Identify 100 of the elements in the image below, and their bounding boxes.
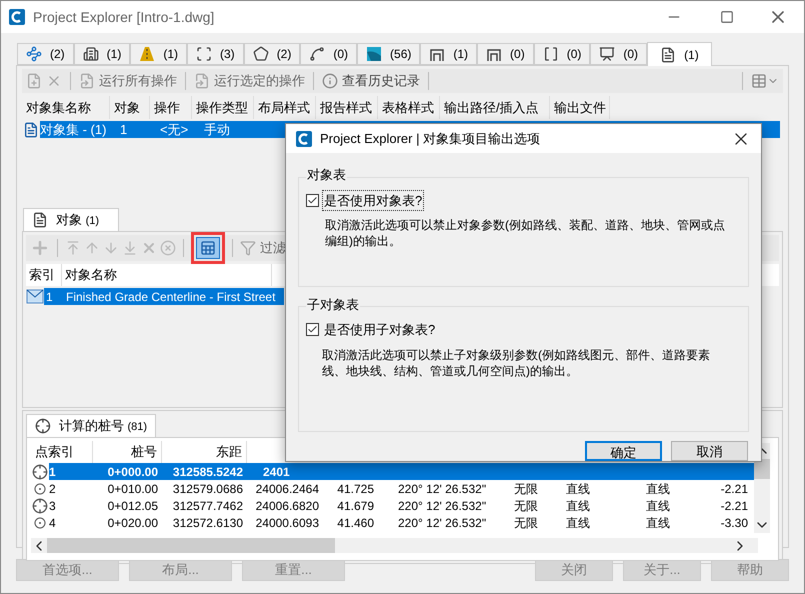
table-row[interactable]: 4 0+020.00 312572.6130 24000.6093 41.460 220° 12' 26.532" 无限 直线 直线 -3.30: [49, 514, 748, 531]
table-cell-text: 24006.2464: [254, 480, 320, 498]
column-header[interactable]: 报告样式: [316, 96, 378, 119]
table-cell-text: -2.21: [720, 498, 748, 514]
target-icon: [34, 516, 46, 528]
add-icon[interactable]: [30, 238, 50, 258]
horizontal-scrollbar[interactable]: [31, 538, 758, 553]
dialog-button[interactable]: 取消: [671, 441, 748, 461]
table-cell-text: 41.725: [336, 480, 375, 498]
envelope-icon: [26, 289, 44, 304]
category-tab[interactable]: (2): [17, 43, 74, 65]
table-cell-text: 1: [49, 464, 57, 480]
table-row[interactable]: 2 0+010.00 312579.0686 24006.2464 41.725 220° 12' 26.532" 无限 直线 直线 -2.21: [49, 480, 748, 497]
table-cell-text: 直线: [565, 514, 591, 532]
run-selected-button[interactable]: 运行选定的操作: [194, 71, 305, 91]
category-tab[interactable]: (0): [590, 43, 648, 65]
table-cell-text: 24006.6820: [254, 498, 320, 514]
maximize-icon[interactable]: [720, 10, 734, 24]
table-cell-text: 对象集 - (1): [40, 120, 108, 139]
window-title: Project Explorer [Intro-1.dwg]: [33, 8, 214, 27]
category-tab[interactable]: (1): [130, 43, 188, 65]
crosshair-icon: [32, 464, 48, 480]
table-cell-text: 无限: [513, 480, 539, 498]
clear-icon[interactable]: [160, 240, 176, 256]
option-description: 取消激活此选项可以禁止子对象级别参数(例如路线图元、部件、道路要素线、地块线、结构、管道或几何空间点)的输出。: [321, 346, 711, 378]
file-arrow-icon: [194, 73, 210, 89]
bracket-icon: [542, 46, 559, 62]
column-header[interactable]: 布局样式: [254, 96, 316, 119]
table-cell-text: 无限: [513, 514, 539, 532]
table-cell-text: 直线: [645, 514, 671, 532]
table-cell-text: 4: [49, 514, 57, 532]
checkbox[interactable]: [306, 323, 319, 336]
column-header[interactable]: 表格样式: [378, 96, 440, 119]
table-cell-text: 312579.0686: [172, 480, 244, 498]
table-cell-text: 312577.7462: [172, 498, 244, 514]
board-icon: [599, 46, 616, 62]
category-tab[interactable]: (1): [74, 43, 130, 65]
table-cell-text: 312585.5242: [172, 464, 244, 480]
table-cell-text: 312572.6130: [172, 514, 244, 532]
table-cell-text: -3.30: [720, 514, 748, 532]
category-tab[interactable]: (0): [534, 43, 590, 65]
table-cell-text: 直线: [645, 498, 671, 514]
table-cell-text: 直线: [645, 480, 671, 498]
column-header[interactable]: 对象名称: [62, 264, 272, 286]
table-icon: [200, 240, 216, 256]
column-header[interactable]: 输出文件: [550, 96, 610, 119]
table-cell-text: 0+000.00: [106, 464, 159, 480]
category-tab[interactable]: (3): [187, 43, 244, 65]
table-cell-text: Finished Grade Centerline - First Street: [65, 288, 276, 306]
info-icon: [322, 73, 338, 89]
table-cell-text: 41.679: [336, 498, 375, 514]
waypoints-icon: [26, 46, 42, 62]
objects-tab[interactable]: 对象 (1): [23, 208, 119, 231]
remove-icon[interactable]: [141, 240, 157, 256]
group-title: 子对象表: [305, 296, 361, 314]
category-tab[interactable]: (56): [357, 43, 420, 65]
stations-tab[interactable]: 计算的桩号 (81): [26, 414, 156, 437]
table-cell-text: <无>: [159, 120, 190, 139]
category-tab[interactable]: (0): [300, 43, 358, 65]
column-header[interactable]: 对象: [110, 96, 150, 119]
column-header[interactable]: 索引: [26, 264, 62, 286]
move-up-icon[interactable]: [84, 240, 100, 256]
move-top-icon[interactable]: [65, 240, 81, 256]
column-header[interactable]: 对象集名称: [22, 96, 110, 119]
dialog-button[interactable]: 确定: [585, 441, 662, 461]
building-icon: [82, 46, 99, 62]
crosshair-icon: [35, 418, 51, 434]
column-header[interactable]: 输出路径/插入点: [440, 96, 550, 119]
dialog-title: Project Explorer | 对象集项目输出选项: [320, 130, 540, 148]
category-tab[interactable]: (0): [477, 43, 534, 65]
table-cell-text: 1: [45, 288, 54, 306]
new-file-icon[interactable]: [26, 73, 42, 89]
table-row[interactable]: 3 0+012.05 312577.7462 24006.6820 41.679 220° 12' 26.532" 无限 直线 直线 -2.21: [49, 497, 748, 514]
checkbox[interactable]: [306, 194, 319, 207]
category-tab[interactable]: (1): [420, 43, 478, 65]
table-cell-text: 24000.6093: [254, 514, 320, 532]
table-row[interactable]: 1 Finished Grade Centerline - First Street: [44, 288, 284, 305]
table-cell-text: 手动: [203, 120, 231, 139]
category-tab[interactable]: (2): [244, 43, 300, 65]
option-checkbox[interactable]: 是否使用对象表?: [306, 190, 741, 211]
filter-button[interactable]: 过滤: [240, 238, 286, 258]
table-cell-text: 1: [119, 120, 128, 139]
app-logo: [9, 9, 25, 25]
column-header[interactable]: 操作类型: [192, 96, 254, 119]
scroll-thumb[interactable]: [47, 538, 335, 553]
app-logo: [296, 130, 312, 146]
option-checkbox[interactable]: 是否使用子对象表?: [306, 319, 741, 340]
scroll-thumb[interactable]: [754, 459, 770, 479]
move-down-icon[interactable]: [103, 240, 119, 256]
table-menu-icon[interactable]: [751, 73, 779, 89]
run-all-button[interactable]: 运行所有操作: [79, 71, 177, 91]
document-icon: [32, 212, 48, 228]
table-settings-button[interactable]: [196, 237, 220, 259]
category-tab[interactable]: (1): [647, 42, 712, 66]
filter-icon: [240, 240, 256, 256]
table-cell-text: 220° 12' 26.532": [397, 480, 488, 498]
group-title: 对象表: [305, 166, 348, 184]
column-header[interactable]: 操作: [150, 96, 192, 119]
history-button[interactable]: 查看历史记录: [322, 71, 420, 91]
move-bottom-icon[interactable]: [122, 240, 138, 256]
